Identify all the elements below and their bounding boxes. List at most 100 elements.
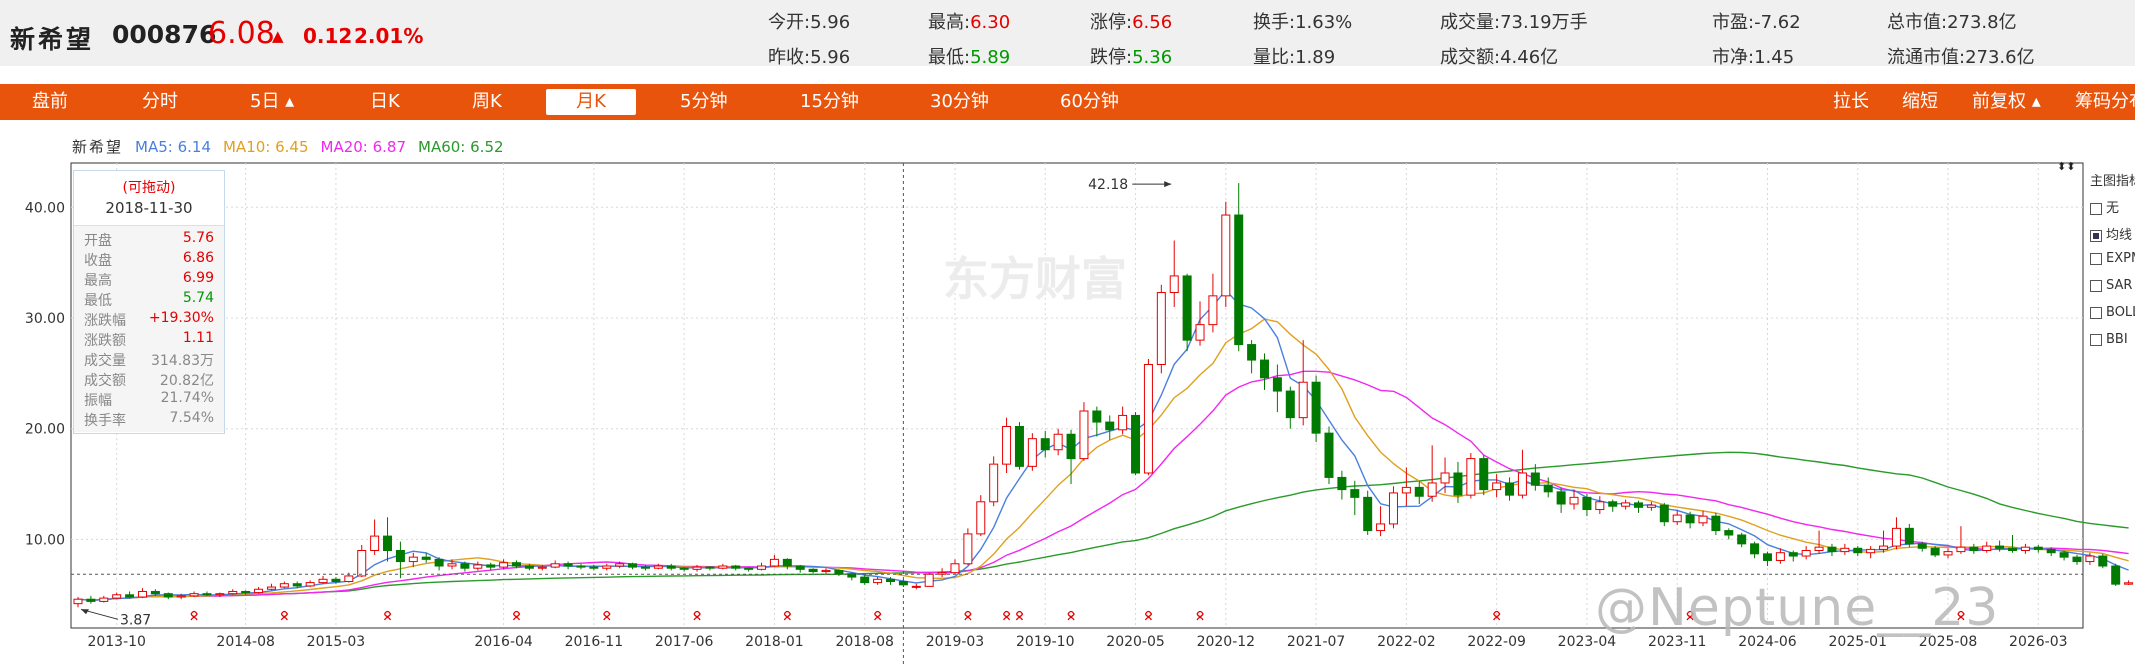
tab-8[interactable]: 30分钟: [930, 84, 989, 120]
x-tick-label: 2015-03: [307, 634, 366, 650]
checkbox-icon[interactable]: [2090, 252, 2102, 265]
candle-body: [1492, 482, 1502, 491]
info-label: 成交量: [84, 353, 126, 369]
candle-body: [1092, 410, 1102, 423]
collapse-arrows-icon[interactable]: ⬍⬍: [2057, 160, 2075, 173]
indicator-panel: 主图指标 无均线 EXPMA SAR BOLL BBI: [2090, 170, 2135, 359]
candle-body: [2046, 548, 2056, 554]
tab-9[interactable]: 60分钟: [1060, 84, 1119, 120]
candle-body: [989, 463, 999, 503]
price-change: 0.12: [303, 24, 353, 48]
candle-body: [434, 558, 444, 567]
x-tick-label: 2020-12: [1197, 634, 1256, 650]
candle-body: [2124, 582, 2134, 585]
tab-0[interactable]: 盘前: [32, 84, 68, 120]
candle-body: [1285, 390, 1295, 419]
candle-body: [1608, 501, 1618, 507]
tab-6[interactable]: 5分钟: [680, 84, 727, 120]
tab-right-1[interactable]: 缩短: [1902, 84, 1938, 120]
low-price-label: 3.87: [120, 612, 151, 628]
info-label: 开盘: [84, 233, 112, 249]
candle-body: [357, 550, 367, 577]
tab-2[interactable]: 5日 ▴: [250, 84, 294, 120]
checkbox-icon[interactable]: [2090, 202, 2102, 215]
tab-right-0[interactable]: 拉长: [1833, 84, 1869, 120]
candle-body: [241, 590, 251, 594]
info-row: 最高 6.99: [74, 270, 224, 290]
candle-body: [202, 593, 212, 596]
checkbox-icon[interactable]: [2090, 229, 2102, 242]
tab-3[interactable]: 日K: [370, 84, 400, 120]
candle-body: [125, 594, 135, 598]
candle-body: [924, 573, 934, 587]
candle-body: [137, 590, 147, 598]
quote-label: 流通市值:: [1887, 47, 1966, 68]
quote-field: 流通市值:273.6亿: [1887, 43, 2035, 69]
quote-label: 最低:: [928, 47, 971, 68]
tab-right-2[interactable]: 前复权 ▴: [1972, 84, 2041, 120]
indicator-option[interactable]: SAR: [2090, 278, 2135, 305]
tab-7[interactable]: 15分钟: [800, 84, 859, 120]
indicator-option[interactable]: BBI: [2090, 332, 2135, 359]
indicator-option[interactable]: EXPMA: [2090, 251, 2135, 278]
candle-body: [1221, 214, 1231, 297]
info-row: 成交额 20.82亿: [74, 370, 224, 390]
checkbox-icon[interactable]: [2090, 333, 2102, 346]
y-tick-label: 10.00: [25, 532, 65, 548]
candle-body: [1131, 414, 1141, 474]
candle-body: [731, 565, 741, 569]
candle-body: [1891, 527, 1901, 547]
info-row: 换手率 7.54%: [74, 410, 224, 430]
info-value: 21.74%: [160, 390, 214, 406]
candle-body: [1569, 496, 1579, 505]
candle-body: [705, 566, 715, 569]
tab-right-3[interactable]: 筹码分布: [2075, 84, 2135, 120]
indicator-option[interactable]: 无: [2090, 197, 2135, 224]
candle-body: [1685, 514, 1695, 524]
info-label: 涨跌额: [84, 333, 126, 349]
candle-body: [1337, 476, 1347, 491]
tab-5[interactable]: 月K: [546, 89, 636, 115]
draggable-hint: (可拖动): [122, 180, 176, 196]
candle-body: [176, 595, 186, 598]
candle-info-box[interactable]: (可拖动) 2018-11-30 开盘 5.76 收盘 6.86 最高 6.99 最低 5.7…: [73, 170, 225, 434]
x-tick-label: 2019-10: [1016, 634, 1075, 650]
tab-1[interactable]: 分时: [142, 84, 178, 120]
candle-body: [911, 585, 921, 588]
candle-body: [228, 590, 238, 595]
quote-value: 5.96: [810, 47, 851, 68]
indicator-panel-title: 主图指标: [2090, 174, 2135, 189]
candle-body: [873, 578, 883, 584]
candle-body: [834, 569, 844, 575]
quote-label: 最高:: [928, 12, 971, 33]
checkbox-icon[interactable]: [2090, 306, 2102, 319]
candle-body: [1530, 472, 1540, 486]
candle-body: [1904, 527, 1914, 545]
quote-value: 273.8亿: [1947, 12, 2017, 33]
candle-body: [963, 533, 973, 565]
tab-4[interactable]: 周K: [472, 84, 502, 120]
candle-body: [821, 569, 831, 573]
candle-body: [1582, 496, 1592, 511]
candle-body: [1879, 545, 1889, 550]
candle-body: [447, 563, 457, 567]
candle-body: [1156, 292, 1166, 365]
quote-label: 今开:: [768, 12, 811, 33]
indicator-option-label: BOLL: [2106, 305, 2135, 320]
candle-body: [860, 576, 870, 584]
candle-body: [1659, 504, 1669, 523]
candle-body: [653, 565, 663, 569]
checkbox-icon[interactable]: [2090, 279, 2102, 292]
quote-value: 1.89: [1295, 47, 1336, 68]
info-row: 振幅 21.74%: [74, 390, 224, 410]
indicator-option[interactable]: 均线: [2090, 224, 2135, 251]
indicator-option[interactable]: BOLL: [2090, 305, 2135, 332]
candle-body: [1672, 514, 1682, 523]
candle-body: [150, 590, 160, 595]
indicator-options: 无均线 EXPMA SAR BOLL BBI: [2090, 197, 2135, 359]
info-label: 最高: [84, 273, 112, 289]
candle-body: [718, 565, 728, 569]
candle-body: [1376, 523, 1386, 532]
quote-value: 6.30: [970, 12, 1011, 33]
up-arrow-icon: ▲: [272, 27, 284, 45]
